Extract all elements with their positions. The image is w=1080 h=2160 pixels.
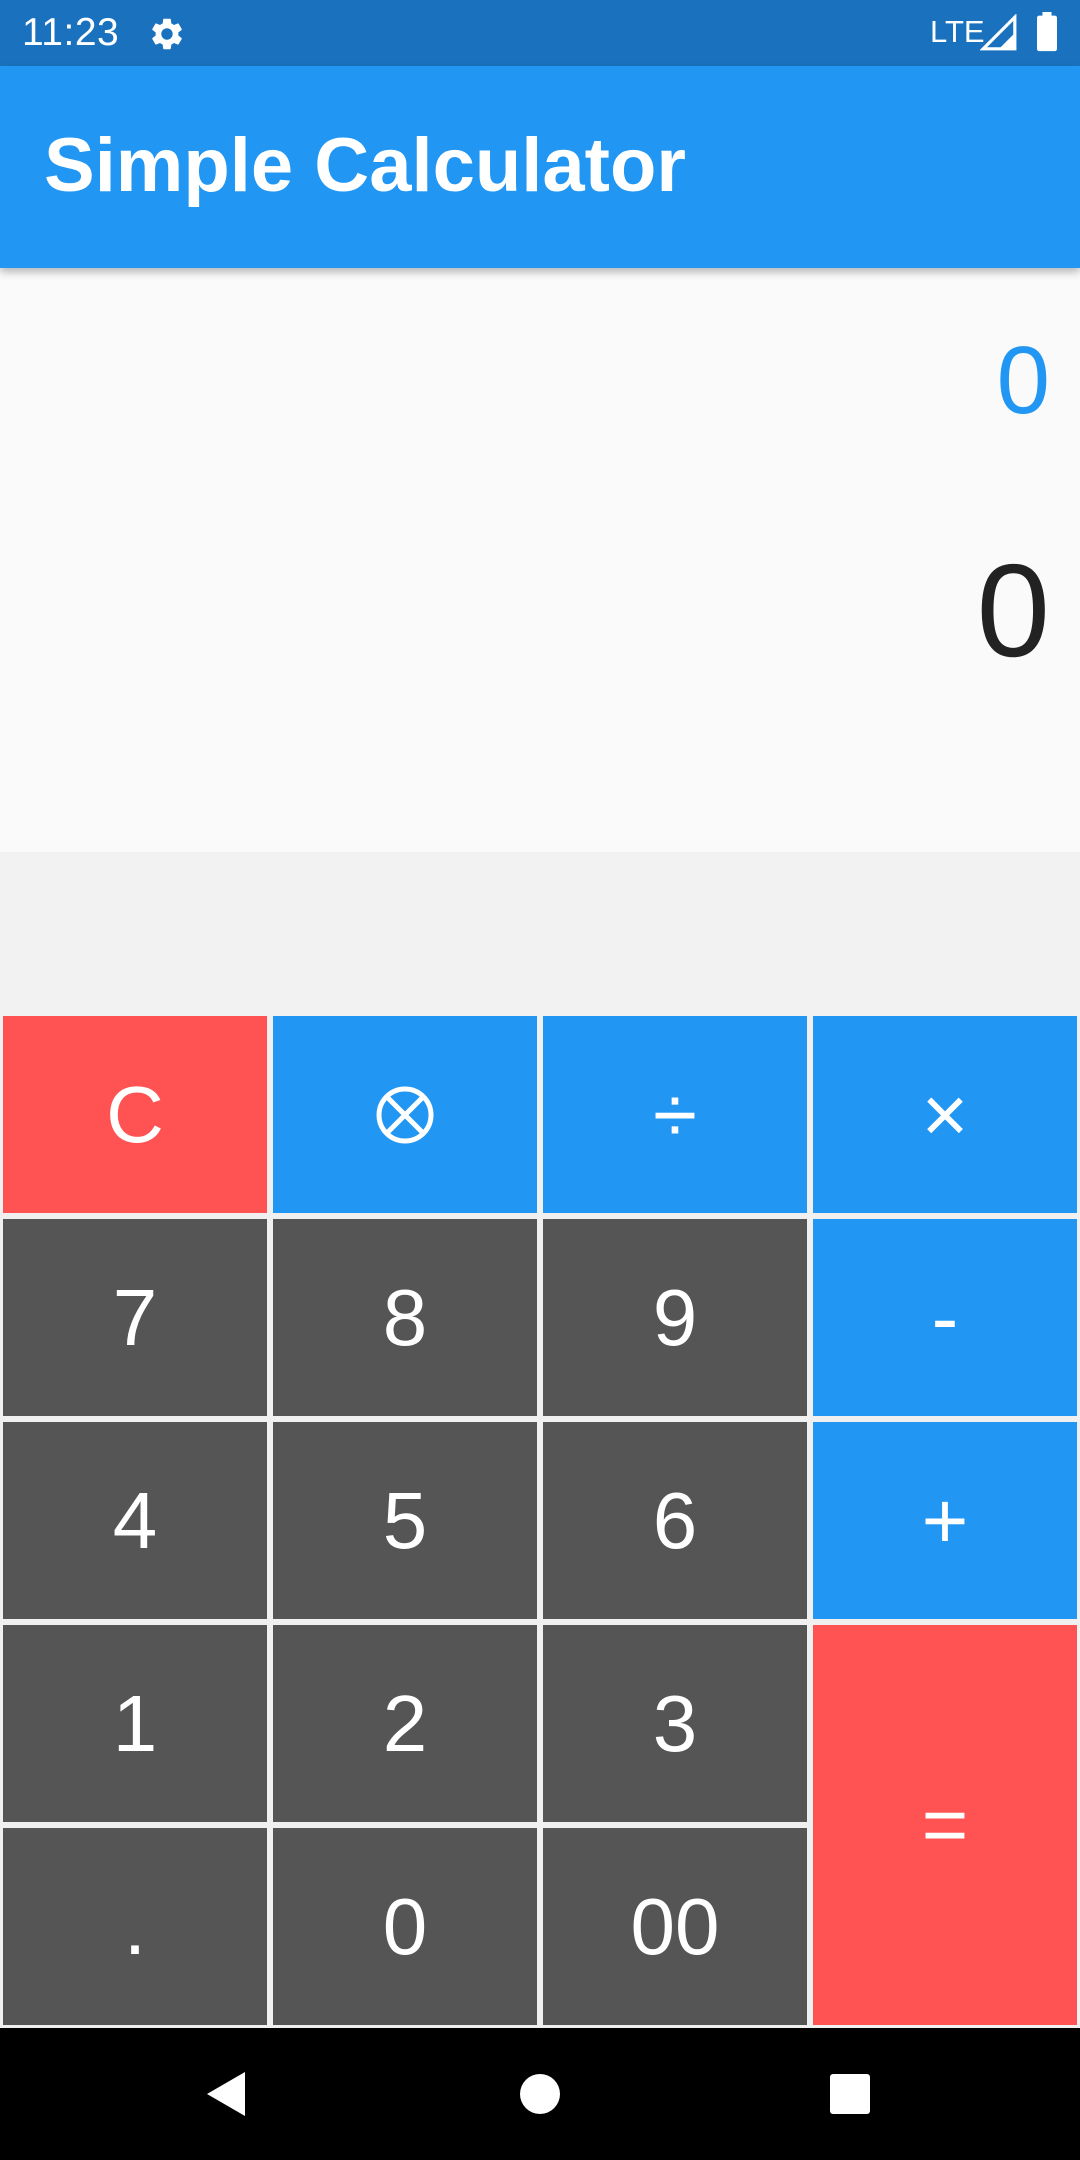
backspace-button[interactable] xyxy=(273,1016,537,1213)
signal-icon xyxy=(980,14,1017,51)
plus-button[interactable]: + xyxy=(813,1422,1077,1619)
battery-icon xyxy=(1037,12,1057,52)
app-bar: Simple Calculator xyxy=(0,66,1080,268)
double-zero-button[interactable]: 00 xyxy=(543,1828,807,2025)
digit-5-button[interactable]: 5 xyxy=(273,1422,537,1619)
digit-6-button[interactable]: 6 xyxy=(543,1422,807,1619)
digit-0-button[interactable]: 0 xyxy=(273,1828,537,2025)
divide-button[interactable]: ÷ xyxy=(543,1016,807,1213)
display-spacer xyxy=(0,852,1080,1016)
digit-8-button[interactable]: 8 xyxy=(273,1219,537,1416)
calculator-display: 0 0 xyxy=(0,268,1080,852)
back-icon[interactable] xyxy=(205,2070,247,2118)
clear-button[interactable]: C xyxy=(3,1016,267,1213)
digit-7-button[interactable]: 7 xyxy=(3,1219,267,1416)
expression-display: 0 xyxy=(996,327,1050,434)
home-icon[interactable] xyxy=(519,2073,561,2115)
equals-button[interactable]: = xyxy=(813,1625,1077,2025)
digit-4-button[interactable]: 4 xyxy=(3,1422,267,1619)
page-title: Simple Calculator xyxy=(44,123,686,208)
navigation-bar xyxy=(0,2028,1080,2160)
digit-2-button[interactable]: 2 xyxy=(273,1625,537,1822)
digit-9-button[interactable]: 9 xyxy=(543,1219,807,1416)
network-label: LTE xyxy=(930,14,985,49)
multiply-button[interactable]: × xyxy=(813,1016,1077,1213)
minus-button[interactable]: - xyxy=(813,1219,1077,1416)
gear-icon xyxy=(152,18,182,50)
recents-icon[interactable] xyxy=(830,2074,870,2114)
digit-3-button[interactable]: 3 xyxy=(543,1625,807,1822)
digit-1-button[interactable]: 1 xyxy=(3,1625,267,1822)
status-bar: 11:23 LTE xyxy=(0,0,1080,66)
keypad: C ÷ × 7 8 9 - 4 5 6 + 1 2 3 = . 0 00 xyxy=(0,1016,1080,2028)
decimal-button[interactable]: . xyxy=(3,1828,267,2025)
circled-times-icon xyxy=(376,1086,434,1143)
result-display: 0 xyxy=(976,537,1050,684)
status-time: 11:23 xyxy=(22,11,120,54)
